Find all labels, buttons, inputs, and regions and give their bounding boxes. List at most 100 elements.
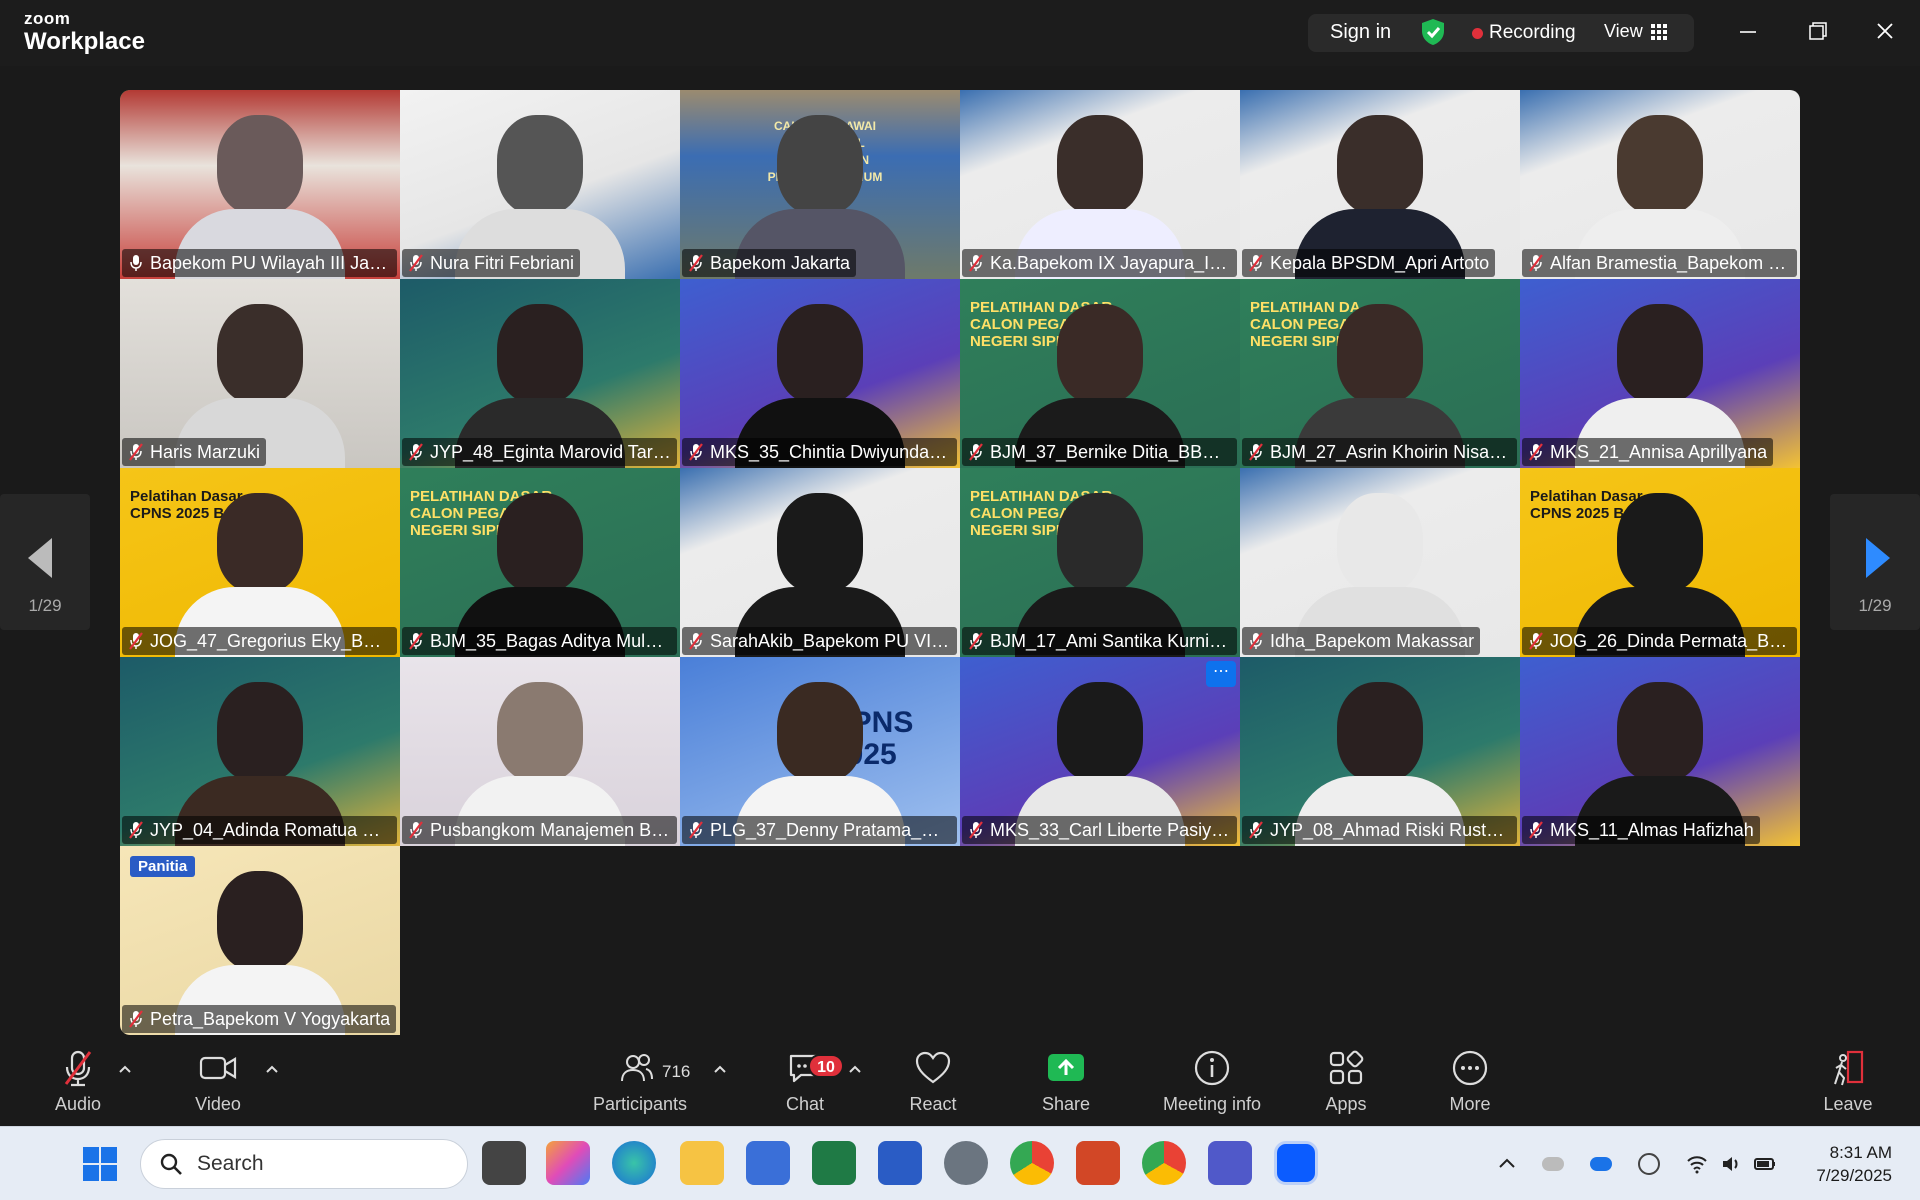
meeting-info-button[interactable]: Meeting info — [1152, 1048, 1272, 1115]
participant-name: Idha_Bapekom Makassar — [1270, 631, 1475, 651]
participant-tile[interactable]: Pusbangkom Manajemen BPSDM ... — [400, 657, 680, 846]
more-button[interactable]: More — [1432, 1048, 1508, 1115]
participant-tile[interactable]: MKS_21_Annisa Aprillyana — [1520, 279, 1800, 468]
excel-icon[interactable] — [812, 1141, 856, 1185]
teams-icon[interactable] — [1208, 1141, 1252, 1185]
participant-name: Ka.Bapekom IX Jayapura_Iskandar... — [990, 253, 1231, 273]
participant-count: 716 — [662, 1062, 691, 1081]
participant-name: BJM_35_Bagas Aditya Mulyanto_B... — [430, 631, 671, 651]
participant-tile[interactable]: Nura Fitri Febriani — [400, 90, 680, 279]
participant-tile[interactable]: Pelatihan Dasar CPNS 2025 Batch I JOG_47_… — [120, 468, 400, 657]
restore-icon[interactable] — [1794, 12, 1840, 52]
leave-label: Leave — [1823, 1094, 1873, 1114]
audio-label: Audio — [54, 1094, 102, 1114]
participants-options-caret-icon[interactable] — [713, 1064, 727, 1074]
chrome-icon[interactable] — [1010, 1141, 1054, 1185]
file-explorer-icon[interactable] — [680, 1141, 724, 1185]
tile-options-icon[interactable]: ⋯ — [1206, 661, 1236, 687]
participant-tile[interactable]: CPNS 2025PLG_37_Denny Pratama_BJKW II P.… — [680, 657, 960, 846]
share-button[interactable]: Share — [1028, 1048, 1104, 1115]
participant-tile[interactable]: JYP_04_Adinda Romatua Pangarib... — [120, 657, 400, 846]
participant-name: Alfan Bramestia_Bapekom VI Sby — [1550, 253, 1791, 273]
next-page-button[interactable]: 1/29 — [1830, 494, 1920, 630]
powerpoint-icon[interactable] — [1076, 1141, 1120, 1185]
page-counter-left: 1/29 — [28, 596, 62, 615]
page-counter-right: 1/29 — [1858, 596, 1892, 615]
volume-icon[interactable] — [1720, 1153, 1742, 1175]
participant-tile[interactable]: Ka.Bapekom IX Jayapura_Iskandar... — [960, 90, 1240, 279]
close-icon[interactable] — [1862, 12, 1908, 52]
participant-tile[interactable]: Kepala BPSDM_Apri Artoto — [1240, 90, 1520, 279]
logo-brand-bottom: Workplace — [24, 28, 145, 55]
participant-tile[interactable]: MKS_35_Chintia Dwiyundani Suha... — [680, 279, 960, 468]
word-icon[interactable] — [878, 1141, 922, 1185]
participant-name: BJM_27_Asrin Khoirin Nisa_BPBPK... — [1270, 442, 1511, 462]
participant-tile[interactable]: Alfan Bramestia_Bapekom VI Sby — [1520, 90, 1800, 279]
participant-name-label: MKS_21_Annisa Aprillyana — [1522, 438, 1774, 466]
video-button[interactable]: Video — [180, 1048, 256, 1115]
participant-tile[interactable]: PELATIHAN DASAR CALON PEGAWAI NEGERI SIP… — [960, 468, 1240, 657]
participant-name: Petra_Bapekom V Yogyakarta — [150, 1009, 391, 1029]
tray-overflow-chevron-icon[interactable] — [1496, 1153, 1518, 1175]
leave-button[interactable]: Leave — [1810, 1048, 1886, 1115]
participant-name: JOG_47_Gregorius Eky_BBWS Pem... — [150, 631, 391, 651]
taskbar-search[interactable]: Search — [140, 1139, 468, 1189]
settings-gear-icon[interactable] — [944, 1141, 988, 1185]
recording-indicator[interactable]: Recording — [1489, 22, 1576, 44]
title-bar: zoom Workplace Sign in Recording View — [0, 0, 1920, 66]
participant-tile[interactable]: PELATIHAN DA CALON PEGAW NEGERI SIPIL BJM… — [1240, 279, 1520, 468]
audio-options-caret-icon[interactable] — [118, 1064, 132, 1074]
participant-tile[interactable]: SarahAkib_Bapekom PU VI Suraba... — [680, 468, 960, 657]
battery-icon[interactable] — [1754, 1153, 1776, 1175]
microsoft-store-icon[interactable] — [746, 1141, 790, 1185]
participant-name: Bapekom Jakarta — [710, 253, 851, 273]
view-button[interactable]: View — [1604, 21, 1667, 42]
participant-tile[interactable]: MKS_33_Carl Liberte Pasiyowan K... ⋯ — [960, 657, 1240, 846]
search-icon — [160, 1153, 182, 1175]
microphone-tray-icon[interactable] — [1638, 1153, 1660, 1175]
participant-tile[interactable]: PELATIHAN DASAR CALON PEGAWAI NEGERI SIP… — [400, 468, 680, 657]
wifi-icon[interactable] — [1686, 1153, 1708, 1175]
video-options-caret-icon[interactable] — [265, 1064, 279, 1074]
chat-options-caret-icon[interactable] — [848, 1064, 862, 1074]
participant-tile[interactable]: Idha_Bapekom Makassar — [1240, 468, 1520, 657]
participant-tile[interactable]: MKS_11_Almas Hafizhah — [1520, 657, 1800, 846]
share-screen-icon — [1048, 1054, 1084, 1081]
participant-tile[interactable]: Pelatihan Dasar CPNS 2025 Batch I JOG_26_… — [1520, 468, 1800, 657]
share-label: Share — [1041, 1094, 1091, 1114]
participant-name: Haris Marzuki — [150, 442, 261, 462]
participant-tile[interactable]: Haris Marzuki — [120, 279, 400, 468]
minimize-icon[interactable] — [1724, 12, 1770, 52]
participant-tile[interactable]: PELATIHAN DASAR CALON PEGAWAI NEGERI SIP… — [960, 279, 1240, 468]
chrome-profile-icon[interactable] — [1142, 1141, 1186, 1185]
microphone-muted-icon — [129, 443, 143, 461]
onedrive-personal-icon[interactable] — [1542, 1157, 1564, 1171]
system-clock[interactable]: 8:31 AM 7/29/2025 — [1816, 1141, 1892, 1187]
shield-check-icon[interactable] — [1420, 18, 1446, 46]
task-view-icon[interactable] — [482, 1141, 526, 1185]
participant-name-label: SarahAkib_Bapekom PU VI Suraba... — [682, 627, 957, 655]
participant-tile[interactable]: JYP_08_Ahmad Riski Rustan_BWS ... — [1240, 657, 1520, 846]
previous-page-button[interactable]: 1/29 — [0, 494, 90, 630]
onedrive-business-icon[interactable] — [1590, 1157, 1612, 1171]
participant-tile[interactable]: Panitia Petra_Bapekom V Yogyakarta — [120, 846, 400, 1035]
participant-tile[interactable]: JYP_48_Eginta Marovid Tarigan_B... — [400, 279, 680, 468]
participant-name: JYP_08_Ahmad Riski Rustan_BWS ... — [1270, 820, 1511, 840]
microphone-muted-icon — [409, 632, 423, 650]
microphone-icon — [130, 255, 142, 271]
zoom-taskbar-icon[interactable] — [1274, 1141, 1318, 1185]
participant-name-label: Alfan Bramestia_Bapekom VI Sby — [1522, 249, 1797, 277]
chevron-right-icon — [1866, 538, 1890, 578]
zoom-logo: zoom Workplace — [24, 10, 145, 56]
participant-tile[interactable]: CALON PEGAWAI NEGERI SIPIL KEMENTERIAN P… — [680, 90, 960, 279]
react-button[interactable]: React — [895, 1048, 971, 1115]
audio-button[interactable]: Audio — [40, 1048, 116, 1115]
participant-tile[interactable]: Bapekom PU Wilayah III Jakarta — [120, 90, 400, 279]
apps-button[interactable]: Apps — [1308, 1048, 1384, 1115]
edge-browser-icon[interactable] — [612, 1141, 656, 1185]
participant-name-label: JYP_48_Eginta Marovid Tarigan_B... — [402, 438, 677, 466]
windows-start-icon[interactable] — [82, 1146, 118, 1182]
sign-in-button[interactable]: Sign in — [1330, 21, 1391, 44]
video-label: Video — [195, 1094, 241, 1114]
copilot-icon[interactable] — [546, 1141, 590, 1185]
